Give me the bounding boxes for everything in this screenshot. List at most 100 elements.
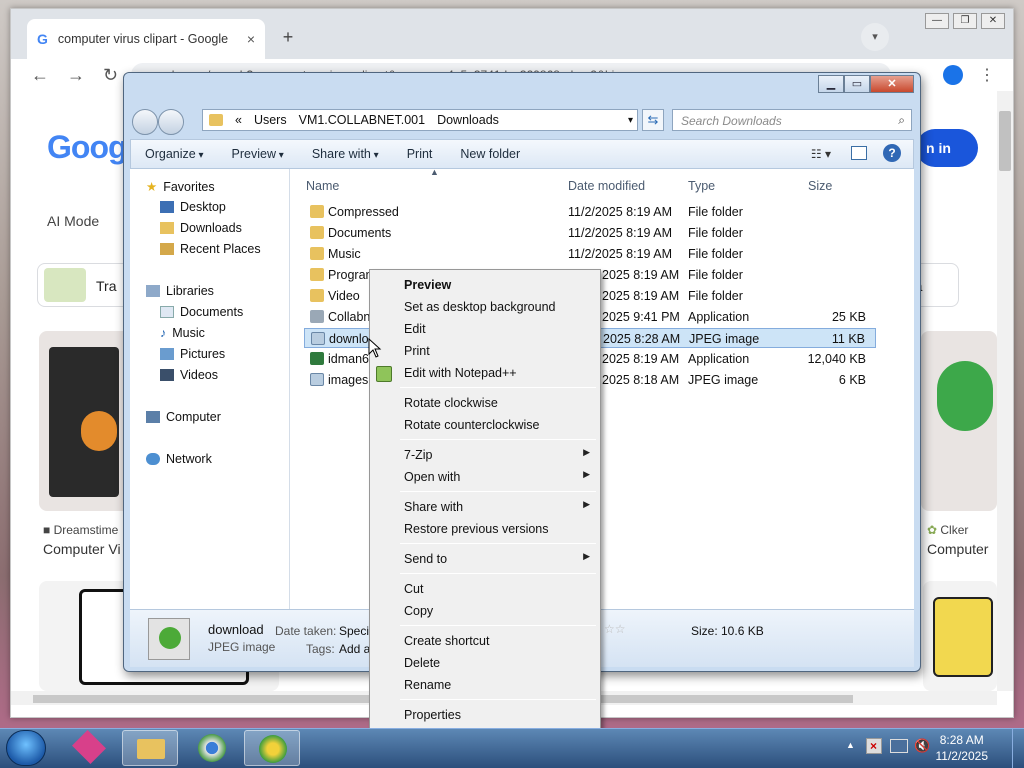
menu-item-edit[interactable]: Edit [370, 318, 600, 340]
folder-icon [310, 247, 324, 260]
menu-item-restore-previous-versions[interactable]: Restore previous versions [370, 518, 600, 540]
action-center-icon[interactable]: × [866, 738, 882, 754]
breadcrumb-users[interactable]: Users [254, 113, 287, 127]
image-source-left[interactable]: ■ Dreamstime [43, 523, 118, 537]
image-result-bottom-right[interactable] [923, 581, 997, 691]
explorer-maximize-button[interactable]: ▭ [844, 75, 870, 93]
print-button[interactable]: Print [393, 147, 447, 161]
tab-close-icon[interactable]: × [247, 31, 255, 47]
explorer-address-bar[interactable]: « Users VM1.COLLABNET.001 Downloads ▾ [202, 109, 638, 131]
menu-item-properties[interactable]: Properties [370, 704, 600, 726]
menu-item-create-shortcut[interactable]: Create shortcut [370, 630, 600, 652]
image-result-left[interactable] [39, 331, 131, 511]
rating-stars-icon[interactable]: ☆☆ [604, 622, 626, 636]
nav-recent-places[interactable]: Recent Places [160, 242, 261, 256]
tab-search-icon[interactable]: ▾ [861, 23, 889, 51]
breadcrumb-overflow[interactable]: « [235, 113, 242, 127]
explorer-search-input[interactable]: Search Downloads ⌕ [672, 109, 912, 131]
menu-item-7zip[interactable]: 7-Zip ▶ [370, 444, 600, 466]
explorer-minimize-button[interactable]: ▁ [818, 75, 844, 93]
column-type[interactable]: Type [688, 179, 715, 193]
refresh-icon[interactable]: ⇆ [642, 109, 664, 131]
nav-documents[interactable]: Documents [160, 305, 243, 319]
file-row[interactable]: Music 11/2/2025 8:19 AM File folder [304, 244, 876, 264]
nav-music[interactable]: ♪ Music [160, 326, 205, 340]
ai-mode-tab[interactable]: AI Mode [47, 213, 99, 229]
menu-item-delete[interactable]: Delete [370, 652, 600, 674]
file-row[interactable]: Documents 11/2/2025 8:19 AM File folder [304, 223, 876, 243]
menu-item-copy[interactable]: Copy [370, 600, 600, 622]
menu-item-rotate-counterclockwise[interactable]: Rotate counterclockwise [370, 414, 600, 436]
menu-item-set-desktop-background[interactable]: Set as desktop background [370, 296, 600, 318]
browser-tab[interactable]: G computer virus clipart - Google × [27, 19, 265, 59]
menu-item-rename[interactable]: Rename [370, 674, 600, 696]
menu-item-rotate-clockwise[interactable]: Rotate clockwise [370, 392, 600, 414]
menu-item-send-to[interactable]: Send to ▶ [370, 548, 600, 570]
forward-arrow-icon[interactable]: → [67, 65, 85, 86]
preview-button[interactable]: Preview [218, 147, 298, 161]
column-date-modified[interactable]: Date modified [568, 179, 645, 193]
nav-label: Pictures [180, 347, 226, 361]
nav-favorites[interactable]: ★ Favorites [146, 179, 215, 195]
change-view-icon[interactable]: ☷ ▾ [811, 147, 831, 161]
column-size[interactable]: Size [808, 179, 832, 193]
nav-computer[interactable]: Computer [146, 410, 221, 424]
nav-desktop[interactable]: Desktop [160, 200, 226, 214]
menu-item-preview[interactable]: Preview [370, 274, 600, 296]
address-dropdown-icon[interactable]: ▾ [628, 115, 633, 126]
nav-network[interactable]: Network [146, 452, 212, 466]
breadcrumb-downloads[interactable]: Downloads [437, 113, 499, 127]
file-row[interactable]: Compressed 11/2/2025 8:19 AM File folder [304, 202, 876, 222]
taskbar-explorer-button[interactable] [122, 730, 178, 766]
nav-videos[interactable]: Videos [160, 368, 218, 382]
nav-label: Network [166, 452, 212, 466]
image-caption-left[interactable]: Computer Vi [43, 541, 121, 557]
share-with-button[interactable]: Share with [298, 147, 393, 161]
image-source-right[interactable]: ✿ Clker [927, 523, 968, 537]
network-tray-icon[interactable] [890, 739, 908, 753]
explorer-back-button[interactable] [132, 109, 158, 135]
image-caption-right[interactable]: Computer [927, 541, 988, 557]
date-taken-value[interactable]: Specif [339, 624, 372, 638]
nav-downloads[interactable]: Downloads [160, 221, 242, 235]
volume-muted-icon[interactable]: 🔇 [914, 738, 930, 754]
reload-icon[interactable]: ↻ [103, 65, 118, 86]
taskbar-idm-button[interactable] [244, 730, 300, 766]
menu-item-cut[interactable]: Cut [370, 578, 600, 600]
tray-expand-icon[interactable]: ▲ [846, 740, 855, 750]
organize-button[interactable]: Organize [131, 147, 218, 161]
taskbar-app-icon[interactable] [62, 730, 118, 766]
image-result-right[interactable] [921, 331, 997, 511]
profile-avatar[interactable] [943, 65, 963, 85]
nav-libraries[interactable]: Libraries [146, 284, 214, 298]
chrome-menu-icon[interactable]: ⋮ [979, 65, 995, 85]
menu-item-print[interactable]: Print [370, 340, 600, 362]
explorer-forward-button[interactable] [158, 109, 184, 135]
nav-pictures[interactable]: Pictures [160, 347, 225, 361]
menu-item-open-with[interactable]: Open with ▶ [370, 466, 600, 488]
page-vertical-scrollbar[interactable] [997, 91, 1013, 691]
menu-item-share-with[interactable]: Share with ▶ [370, 496, 600, 518]
back-arrow-icon[interactable]: ← [31, 65, 49, 86]
preview-pane-icon[interactable] [851, 146, 867, 160]
sign-in-button[interactable]: n in [916, 129, 978, 167]
show-desktop-button[interactable] [1012, 728, 1024, 768]
taskbar-chrome-button[interactable] [184, 730, 240, 766]
menu-item-edit-with-notepad[interactable]: Edit with Notepad++ [370, 362, 600, 384]
google-logo[interactable]: Goog [47, 129, 128, 166]
page-scroll-thumb[interactable] [999, 111, 1011, 171]
new-tab-button[interactable]: + [275, 25, 301, 51]
chrome-close-button[interactable]: ✕ [981, 13, 1005, 29]
chrome-minimize-button[interactable]: — [925, 13, 949, 29]
submenu-arrow-icon: ▶ [583, 447, 590, 457]
column-name[interactable]: Name [306, 179, 339, 193]
new-folder-button[interactable]: New folder [446, 147, 534, 161]
explorer-close-button[interactable]: ✕ [870, 75, 914, 93]
tags-value[interactable]: Add a [339, 642, 370, 656]
help-icon[interactable]: ? [883, 144, 901, 162]
breadcrumb-user-folder[interactable]: VM1.COLLABNET.001 [299, 113, 425, 127]
file-thumbnail [148, 618, 190, 660]
system-clock[interactable]: 8:28 AM 11/2/2025 [936, 732, 989, 764]
start-button[interactable] [6, 730, 46, 766]
chrome-maximize-button[interactable]: ❐ [953, 13, 977, 29]
